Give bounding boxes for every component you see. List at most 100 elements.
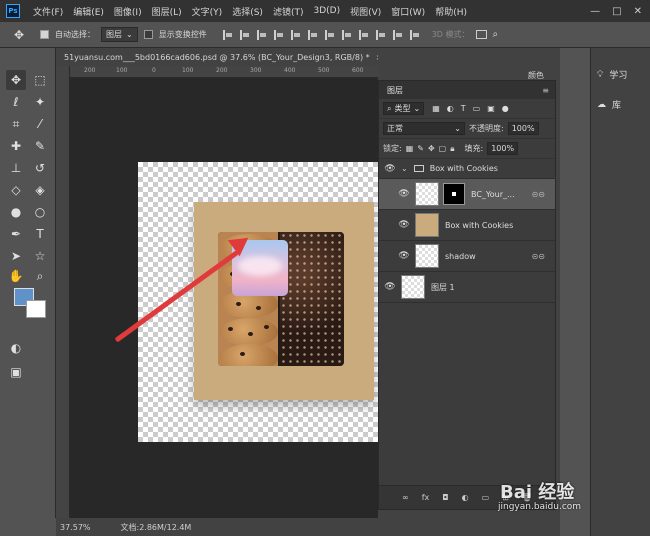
- visibility-eye-icon[interactable]: 👁︎: [393, 251, 415, 261]
- magic-wand-tool-icon[interactable]: ✦: [30, 92, 50, 112]
- canvas-workspace[interactable]: [70, 78, 378, 518]
- shape-tool-icon[interactable]: ☆: [30, 246, 50, 266]
- library-panel-tab[interactable]: ☁︎ 库: [597, 98, 621, 112]
- lock-all-icon[interactable]: 🔒︎: [450, 144, 454, 154]
- fx-icon[interactable]: fx: [422, 493, 430, 502]
- layer-row[interactable]: 👁︎ 图层 1: [379, 272, 555, 303]
- distribute-left-icon[interactable]: [375, 29, 386, 40]
- distribute-middle-icon[interactable]: [341, 29, 352, 40]
- menu-3d[interactable]: 3D(D): [308, 6, 345, 16]
- healing-brush-tool-icon[interactable]: ✚: [6, 136, 26, 156]
- ruler-tick: 100: [116, 67, 128, 74]
- menu-type[interactable]: 文字(Y): [187, 5, 228, 18]
- history-brush-tool-icon[interactable]: ↺: [30, 158, 50, 178]
- chevron-down-icon[interactable]: ⌄: [401, 164, 408, 173]
- visibility-eye-icon[interactable]: 👁︎: [379, 282, 401, 292]
- menu-edit[interactable]: 编辑(E): [68, 5, 109, 18]
- visibility-eye-icon[interactable]: 👁︎: [393, 189, 415, 199]
- smart-object-filter-icon[interactable]: ▣: [487, 104, 495, 113]
- lock-transparent-icon[interactable]: ▦: [406, 144, 414, 153]
- document-tab[interactable]: 51yuansu.com___5bd0166cad606.psd @ 37.6%…: [56, 48, 378, 66]
- layer-row-selected[interactable]: 👁︎ BC_Your_... ⊝⊝: [379, 179, 555, 210]
- menu-view[interactable]: 视图(V): [345, 5, 386, 18]
- lock-position-icon[interactable]: ✥: [428, 144, 435, 153]
- filter-toggle-icon[interactable]: ●: [502, 104, 509, 113]
- distribute-right-icon[interactable]: [409, 29, 420, 40]
- layers-panel-title[interactable]: 图层: [387, 85, 403, 96]
- clone-stamp-tool-icon[interactable]: ⊥: [6, 158, 26, 178]
- hand-tool-icon[interactable]: ✋: [6, 266, 26, 286]
- visibility-eye-icon[interactable]: 👁︎: [379, 164, 401, 174]
- path-selection-tool-icon[interactable]: ➤: [6, 246, 26, 266]
- close-button[interactable]: ✕: [634, 6, 642, 17]
- add-mask-icon[interactable]: ◘: [442, 493, 448, 502]
- zoom-tool-icon[interactable]: ⌕: [30, 266, 50, 286]
- layer-row[interactable]: 👁︎ Box with Cookies: [379, 210, 555, 241]
- menu-window[interactable]: 窗口(W): [386, 5, 430, 18]
- screen-mode-icon[interactable]: ▣: [6, 362, 26, 382]
- quick-mask-icon[interactable]: ◐: [6, 338, 26, 358]
- maximize-button[interactable]: □: [612, 6, 621, 17]
- pen-tool-icon[interactable]: ✒: [6, 224, 26, 244]
- workspace-icon[interactable]: [475, 30, 487, 39]
- layer-filter-row: ⌕ 类型 ⌄ ▦ ◐ T ▭ ▣ ●: [379, 99, 555, 119]
- menu-file[interactable]: 文件(F): [28, 5, 68, 18]
- link-layers-icon[interactable]: ∞: [402, 493, 409, 502]
- adjustment-layer-icon[interactable]: ◐: [462, 493, 469, 502]
- move-tool-icon[interactable]: ✥: [6, 70, 26, 90]
- align-middle-icon[interactable]: [239, 29, 250, 40]
- shape-filter-icon[interactable]: ▭: [473, 104, 481, 113]
- auto-select-checkbox[interactable]: [40, 30, 49, 39]
- blend-mode-dropdown[interactable]: 正常 ⌄: [383, 122, 465, 135]
- crop-tool-icon[interactable]: ⌗: [6, 114, 26, 134]
- auto-select-dropdown[interactable]: 图层 ⌄: [101, 27, 138, 42]
- opacity-field[interactable]: 100%: [507, 122, 539, 135]
- move-tool-preset-icon[interactable]: ✥: [14, 28, 34, 42]
- distribute-bottom-icon[interactable]: [358, 29, 369, 40]
- blur-tool-icon[interactable]: ●: [6, 202, 26, 222]
- chevron-down-icon: ⌄: [454, 124, 461, 133]
- visibility-eye-icon[interactable]: 👁︎: [393, 220, 415, 230]
- menu-layer[interactable]: 图层(L): [147, 5, 187, 18]
- minimize-button[interactable]: —: [590, 6, 600, 17]
- align-top-icon[interactable]: [222, 29, 233, 40]
- fill-value: 100%: [491, 144, 515, 153]
- paint-bucket-tool-icon[interactable]: ◈: [30, 180, 50, 200]
- eyedropper-tool-icon[interactable]: ⁄: [30, 114, 50, 134]
- learn-panel-tab[interactable]: 💡︎ 学习: [597, 68, 627, 82]
- adjustment-filter-icon[interactable]: ◐: [447, 104, 454, 113]
- layer-mask-thumbnail[interactable]: [443, 183, 465, 205]
- background-color-swatch[interactable]: [26, 300, 46, 318]
- eraser-tool-icon[interactable]: ◇: [6, 180, 26, 200]
- lock-image-icon[interactable]: ✎: [417, 144, 424, 153]
- menu-image[interactable]: 图像(I): [109, 5, 147, 18]
- dodge-tool-icon[interactable]: ○: [30, 202, 50, 222]
- layer-group-row[interactable]: 👁︎ ⌄ Box with Cookies: [379, 159, 555, 179]
- brush-tool-icon[interactable]: ✎: [30, 136, 50, 156]
- type-tool-icon[interactable]: T: [30, 224, 50, 244]
- pixel-filter-icon[interactable]: ▦: [432, 104, 440, 113]
- lock-artboard-icon[interactable]: ▢: [439, 144, 447, 153]
- panel-menu-icon[interactable]: ≡: [542, 86, 555, 95]
- align-right-icon[interactable]: [307, 29, 318, 40]
- fill-field[interactable]: 100%: [487, 142, 519, 155]
- align-center-icon[interactable]: [290, 29, 301, 40]
- align-left-icon[interactable]: [273, 29, 284, 40]
- show-transform-checkbox[interactable]: [143, 30, 153, 39]
- menu-select[interactable]: 选择(S): [227, 5, 268, 18]
- lasso-tool-icon[interactable]: ℓ: [6, 92, 26, 112]
- align-bottom-icon[interactable]: [256, 29, 267, 40]
- type-filter-icon[interactable]: T: [461, 104, 466, 113]
- menu-help[interactable]: 帮助(H): [430, 5, 472, 18]
- document-size: 文档:2.86M/12.4M: [120, 522, 192, 532]
- layer-filter-dropdown[interactable]: ⌕ 类型 ⌄: [383, 102, 425, 115]
- menu-filter[interactable]: 滤镜(T): [268, 5, 309, 18]
- zoom-level[interactable]: 37.57%: [60, 523, 91, 532]
- marquee-tool-icon[interactable]: ⬚: [30, 70, 50, 90]
- distribute-center-icon[interactable]: [392, 29, 403, 40]
- learn-library-panel: 💡︎ 学习 ☁︎ 库: [590, 48, 650, 536]
- layer-row[interactable]: 👁︎ shadow ⊝⊝: [379, 241, 555, 272]
- new-group-icon[interactable]: ▭: [482, 493, 490, 502]
- distribute-top-icon[interactable]: [324, 29, 335, 40]
- search-icon[interactable]: ⌕: [493, 29, 499, 40]
